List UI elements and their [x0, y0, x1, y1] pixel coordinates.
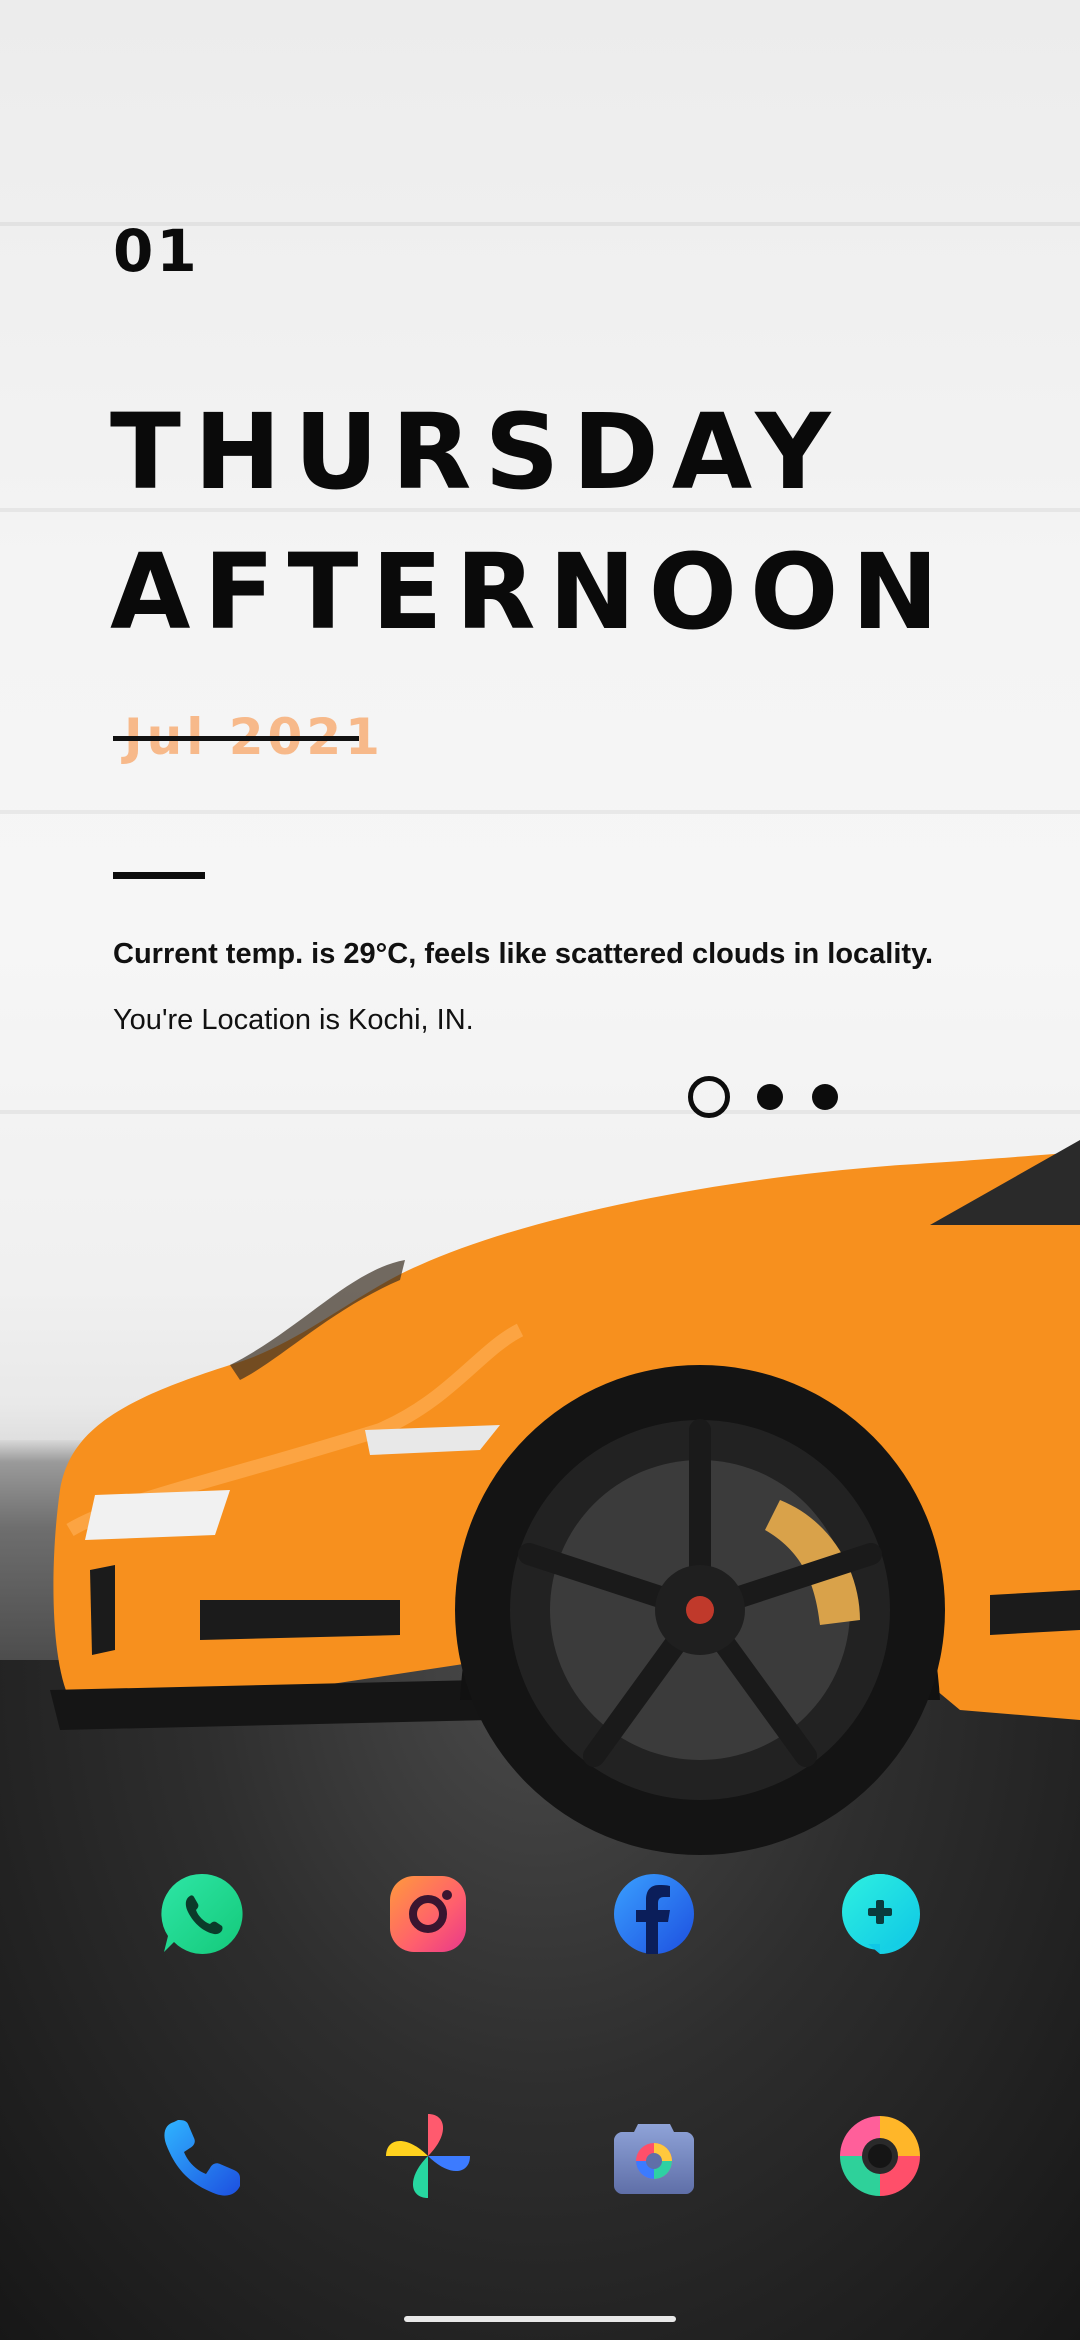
day-number: 01 — [113, 217, 200, 285]
gesture-navigation-handle[interactable] — [404, 2316, 676, 2322]
camera-app[interactable] — [612, 2114, 696, 2198]
time-of-day-heading: AFTERNOON — [110, 531, 952, 653]
car-image — [50, 1140, 1080, 1855]
instagram-icon — [390, 1876, 466, 1952]
weather-text: Current temp. is 29°C, feels like scatte… — [113, 938, 934, 970]
page-indicator-dot[interactable] — [757, 1084, 783, 1110]
day-of-week-heading: THURSDAY — [110, 391, 844, 513]
chrome-app[interactable] — [838, 2114, 922, 2198]
phone-app[interactable] — [160, 2114, 244, 2198]
instagram-app[interactable] — [386, 1872, 470, 1956]
chrome-icon — [840, 2116, 920, 2196]
page-indicator-dot[interactable] — [812, 1084, 838, 1110]
page-indicator-current[interactable] — [688, 1076, 730, 1118]
location-text: You're Location is Kochi, IN. — [113, 1004, 474, 1036]
facebook-icon — [614, 1874, 694, 1954]
facebook-app[interactable] — [612, 1872, 696, 1956]
whatsapp-app[interactable] — [160, 1872, 244, 1956]
chat-plus-icon — [842, 1874, 920, 1954]
divider — [113, 872, 205, 879]
photos-app[interactable] — [386, 2114, 470, 2198]
date-strike-line — [113, 736, 359, 741]
messenger-plus-app[interactable] — [838, 1872, 922, 1956]
phone-icon — [164, 2120, 240, 2196]
whatsapp-icon — [161, 1873, 243, 1954]
camera-icon — [614, 2124, 694, 2194]
wallpaper — [0, 0, 1080, 2340]
pinwheel-icon — [386, 2114, 470, 2198]
